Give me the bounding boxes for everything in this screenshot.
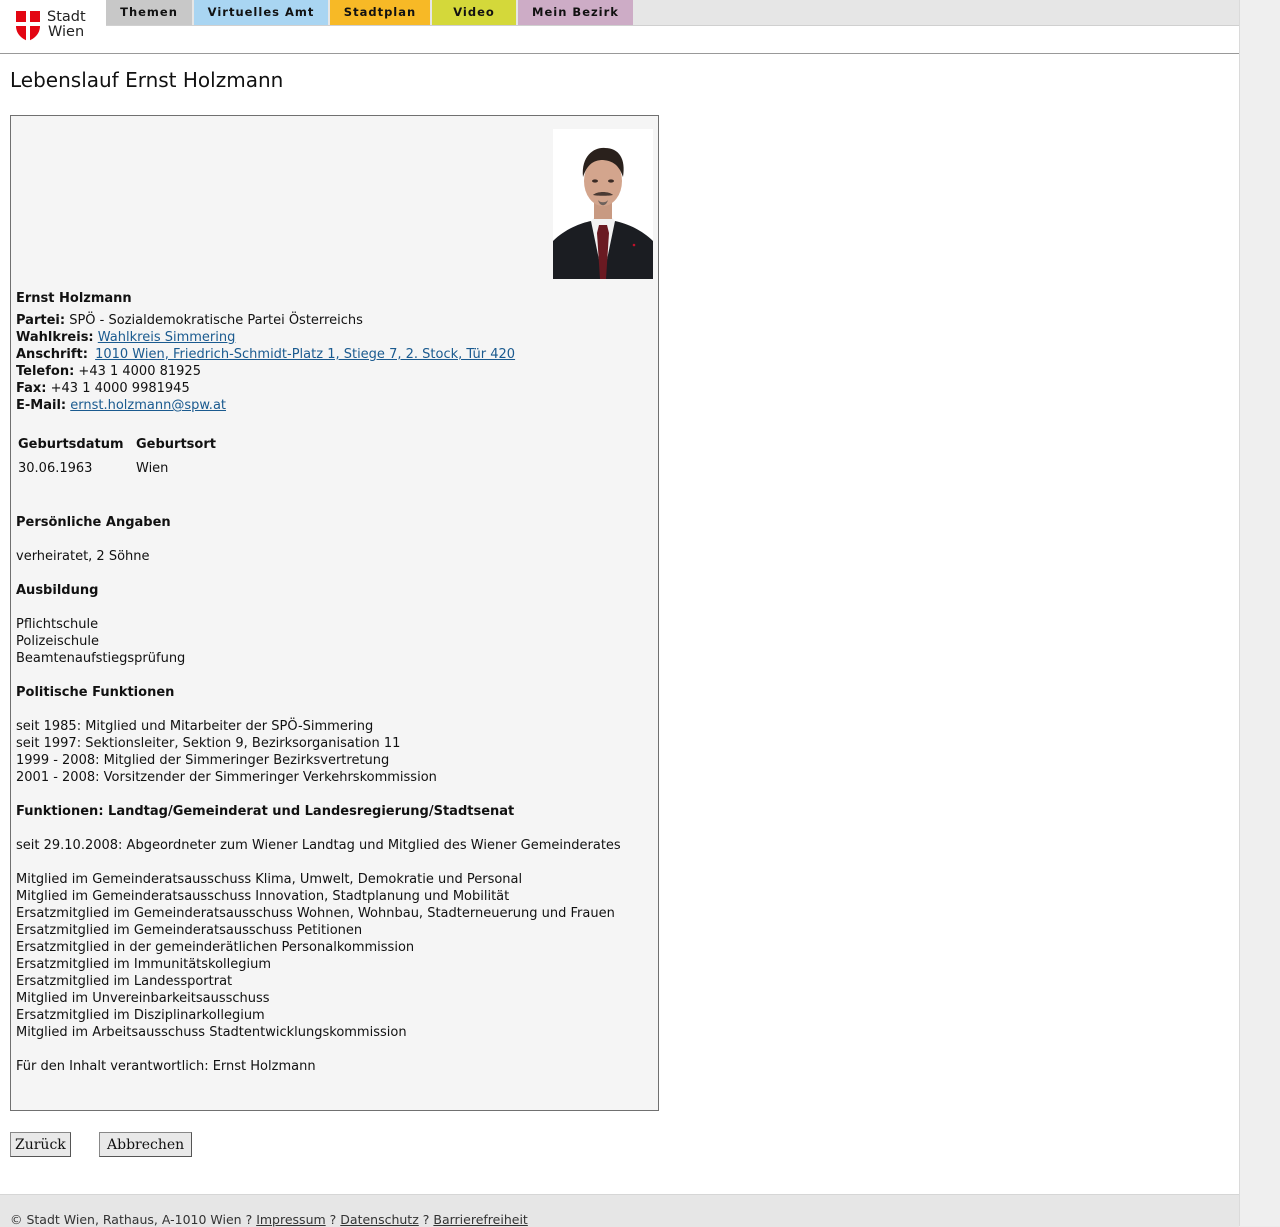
- footer-link-datenschutz[interactable]: Datenschutz: [340, 1212, 419, 1227]
- site-header: Stadt Wien Themen Virtuelles Amt Stadtpl…: [0, 0, 1239, 54]
- profile-name: Ernst Holzmann: [16, 291, 132, 306]
- field-wahlkreis-label: Wahlkreis:: [16, 330, 94, 345]
- nav-tab-mein-bezirk[interactable]: Mein Bezirk: [518, 0, 633, 25]
- profile-box: Ernst Holzmann Partei: SPÖ - Sozialdemok…: [10, 115, 659, 1111]
- field-fax: Fax: +43 1 4000 9981945: [16, 381, 190, 396]
- personal-line: verheiratet, 2 Söhne: [16, 549, 150, 564]
- page: Stadt Wien Themen Virtuelles Amt Stadtpl…: [0, 0, 1239, 1227]
- political-line: seit 1985: Mitglied und Mitarbeiter der …: [16, 719, 374, 734]
- field-anschrift: Anschrift: 1010 Wien, Friedrich-Schmidt-…: [16, 347, 515, 362]
- address-link[interactable]: 1010 Wien, Friedrich-Schmidt-Platz 1, St…: [95, 347, 515, 362]
- field-anschrift-label: Anschrift:: [16, 347, 88, 362]
- page-title: Lebenslauf Ernst Holzmann: [10, 68, 284, 92]
- footer-line: © Stadt Wien, Rathaus, A-1010 Wien ? Imp…: [10, 1212, 528, 1227]
- field-telefon-value: +43 1 4000 81925: [78, 364, 201, 379]
- logo-text: Stadt Wien: [47, 10, 86, 40]
- nav-tab-video[interactable]: Video: [432, 0, 516, 25]
- email-link[interactable]: ernst.holzmann@spw.at: [70, 398, 226, 413]
- education-line: Pflichtschule: [16, 617, 99, 632]
- footer-link-barrierefreiheit[interactable]: Barrierefreiheit: [433, 1212, 527, 1227]
- field-partei-value: SPÖ - Sozialdemokratische Partei Österre…: [69, 313, 363, 328]
- responsible-note: Für den Inhalt verantwortlich: Ernst Hol…: [16, 1059, 316, 1074]
- wahlkreis-link[interactable]: Wahlkreis Simmering: [98, 330, 236, 345]
- main-navigation: Themen Virtuelles Amt Stadtplan Video Me…: [106, 0, 1239, 26]
- logo-line-2: Wien: [48, 24, 85, 40]
- heading-political: Politische Funktionen: [16, 685, 175, 700]
- heading-education: Ausbildung: [16, 583, 99, 598]
- birth-date: 30.06.1963: [18, 461, 93, 476]
- footer-separator: ?: [422, 1212, 430, 1227]
- nav-tab-themen[interactable]: Themen: [106, 0, 192, 25]
- committee-line: Ersatzmitglied im Gemeinderatsausschuss …: [16, 923, 363, 938]
- heading-functions: Funktionen: Landtag/Gemeinderat und Land…: [16, 804, 515, 819]
- committee-line: Ersatzmitglied im Disziplinarkollegium: [16, 1008, 265, 1023]
- back-button[interactable]: Zurück: [10, 1132, 71, 1157]
- committee-line: Mitglied im Arbeitsausschuss Stadtentwic…: [16, 1025, 407, 1040]
- logo-line-1: Stadt: [47, 9, 86, 25]
- birth-header-place: Geburtsort: [136, 437, 216, 452]
- cancel-button[interactable]: Abbrechen: [99, 1132, 193, 1157]
- stadt-wien-logo[interactable]: Stadt Wien: [16, 10, 96, 42]
- birth-header-date: Geburtsdatum: [18, 437, 124, 452]
- field-partei-label: Partei:: [16, 313, 66, 328]
- field-partei: Partei: SPÖ - Sozialdemokratische Partei…: [16, 313, 363, 328]
- field-wahlkreis: Wahlkreis: Wahlkreis Simmering: [16, 330, 235, 345]
- vertical-scrollbar[interactable]: [1239, 0, 1280, 1226]
- field-telefon-label: Telefon:: [16, 364, 75, 379]
- committee-line: Ersatzmitglied in der gemeinderätlichen …: [16, 940, 415, 955]
- portrait-image: [553, 129, 653, 279]
- footer-separator: ?: [245, 1212, 253, 1227]
- heading-personal: Persönliche Angaben: [16, 515, 171, 530]
- committee-line: Mitglied im Gemeinderatsausschuss Klima,…: [16, 872, 523, 887]
- nav-tab-stadtplan[interactable]: Stadtplan: [330, 0, 430, 25]
- committee-line: Ersatzmitglied im Landessportrat: [16, 974, 233, 989]
- footer-separator: ?: [329, 1212, 337, 1227]
- site-footer: © Stadt Wien, Rathaus, A-1010 Wien ? Imp…: [0, 1194, 1239, 1227]
- footer-copyright: © Stadt Wien, Rathaus, A-1010 Wien: [10, 1212, 242, 1227]
- field-email: E-Mail: ernst.holzmann@spw.at: [16, 398, 226, 413]
- field-fax-label: Fax:: [16, 381, 47, 396]
- political-line: 1999 - 2008: Mitglied der Simmeringer Be…: [16, 753, 390, 768]
- functions-line: seit 29.10.2008: Abgeordneter zum Wiener…: [16, 838, 621, 853]
- field-email-label: E-Mail:: [16, 398, 67, 413]
- field-telefon: Telefon: +43 1 4000 81925: [16, 364, 201, 379]
- nav-tab-virtuelles-amt[interactable]: Virtuelles Amt: [194, 0, 328, 25]
- political-line: seit 1997: Sektionsleiter, Sektion 9, Be…: [16, 736, 401, 751]
- committee-line: Ersatzmitglied im Immunitätskollegium: [16, 957, 272, 972]
- vienna-shield-icon: [16, 11, 40, 41]
- field-fax-value: +43 1 4000 9981945: [50, 381, 190, 396]
- education-line: Polizeischule: [16, 634, 99, 649]
- footer-link-impressum[interactable]: Impressum: [256, 1212, 325, 1227]
- committee-line: Mitglied im Gemeinderatsausschuss Innova…: [16, 889, 510, 904]
- portrait-photo: [553, 129, 653, 279]
- committee-line: Mitglied im Unvereinbarkeitsausschuss: [16, 991, 270, 1006]
- birth-place: Wien: [136, 461, 169, 476]
- education-line: Beamtenaufstiegsprüfung: [16, 651, 186, 666]
- political-line: 2001 - 2008: Vorsitzender der Simmeringe…: [16, 770, 437, 785]
- committee-line: Ersatzmitglied im Gemeinderatsausschuss …: [16, 906, 615, 921]
